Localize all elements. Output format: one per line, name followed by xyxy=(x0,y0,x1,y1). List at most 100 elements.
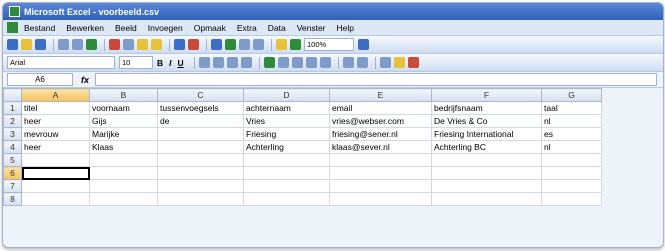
cell[interactable]: Vries xyxy=(243,114,330,128)
cell[interactable] xyxy=(243,166,330,180)
cell[interactable]: es xyxy=(541,127,602,141)
cell[interactable] xyxy=(541,166,602,180)
menu-opmaak[interactable]: Opmaak xyxy=(194,23,226,33)
percent-icon[interactable] xyxy=(277,57,289,68)
cell[interactable] xyxy=(243,179,330,193)
cell[interactable]: heer xyxy=(21,140,90,154)
print-preview-icon[interactable] xyxy=(72,39,83,50)
menu-venster[interactable]: Venster xyxy=(297,23,326,33)
cell[interactable] xyxy=(21,153,90,167)
zoom-select[interactable]: 100% xyxy=(304,38,354,51)
drawing-icon[interactable] xyxy=(290,39,301,50)
cell[interactable]: de xyxy=(157,114,244,128)
cell[interactable]: Friesing International xyxy=(431,127,542,141)
cell[interactable] xyxy=(329,192,432,206)
cell[interactable] xyxy=(431,192,542,206)
font-name-select[interactable]: Arial xyxy=(7,56,115,69)
cell[interactable]: heer xyxy=(21,114,90,128)
cell[interactable]: nl xyxy=(541,114,602,128)
cell[interactable] xyxy=(157,153,244,167)
cell[interactable]: klaas@sever.nl xyxy=(329,140,432,154)
redo-icon[interactable] xyxy=(188,39,199,50)
column-header-f[interactable]: F xyxy=(431,88,542,102)
cell[interactable] xyxy=(21,166,90,180)
cell[interactable] xyxy=(157,127,244,141)
comma-style-icon[interactable] xyxy=(291,57,303,68)
select-all-corner[interactable] xyxy=(3,88,22,102)
cell[interactable] xyxy=(21,192,90,206)
hyperlink-icon[interactable] xyxy=(211,39,222,50)
name-box[interactable]: A6 xyxy=(7,73,73,86)
cell[interactable] xyxy=(243,192,330,206)
cell[interactable]: Achterling xyxy=(243,140,330,154)
borders-icon[interactable] xyxy=(379,57,391,68)
row-header[interactable]: 8 xyxy=(3,192,22,206)
cell[interactable] xyxy=(243,153,330,167)
help-icon[interactable] xyxy=(358,39,369,50)
underline-button[interactable]: U xyxy=(178,58,184,68)
cell[interactable]: friesing@sener.nl xyxy=(329,127,432,141)
cell[interactable]: nl xyxy=(541,140,602,154)
cell[interactable]: tussenvoegsels xyxy=(157,101,244,115)
cell[interactable] xyxy=(329,179,432,193)
column-header-a[interactable]: A xyxy=(21,88,90,102)
cell[interactable] xyxy=(431,166,542,180)
menu-beeld[interactable]: Beeld xyxy=(115,23,137,33)
cell[interactable] xyxy=(21,179,90,193)
cell[interactable] xyxy=(89,192,158,206)
cell[interactable] xyxy=(541,192,602,206)
decrease-indent-icon[interactable] xyxy=(342,57,354,68)
menu-bewerken[interactable]: Bewerken xyxy=(66,23,104,33)
align-left-icon[interactable] xyxy=(198,57,210,68)
chart-wizard-icon[interactable] xyxy=(276,39,287,50)
save-icon[interactable] xyxy=(35,39,46,50)
cell[interactable] xyxy=(157,140,244,154)
cell[interactable]: Marijke xyxy=(89,127,158,141)
increase-indent-icon[interactable] xyxy=(356,57,368,68)
column-header-c[interactable]: C xyxy=(157,88,244,102)
font-color-icon[interactable] xyxy=(407,57,419,68)
column-header-e[interactable]: E xyxy=(329,88,432,102)
cell[interactable]: achternaam xyxy=(243,101,330,115)
cell[interactable] xyxy=(431,153,542,167)
row-header[interactable]: 6 xyxy=(3,166,22,180)
cell[interactable]: Friesing xyxy=(243,127,330,141)
italic-button[interactable]: I xyxy=(169,58,171,68)
undo-icon[interactable] xyxy=(174,39,185,50)
paste-icon[interactable] xyxy=(137,39,148,50)
cell[interactable]: mevrouw xyxy=(21,127,90,141)
cut-icon[interactable] xyxy=(109,39,120,50)
font-size-select[interactable]: 10 xyxy=(119,56,153,69)
new-icon[interactable] xyxy=(7,39,18,50)
sort-descending-icon[interactable] xyxy=(253,39,264,50)
cell[interactable] xyxy=(89,166,158,180)
column-header-b[interactable]: B xyxy=(89,88,158,102)
formula-input[interactable] xyxy=(95,73,657,86)
merge-center-icon[interactable] xyxy=(240,57,252,68)
bold-button[interactable]: B xyxy=(157,58,163,68)
cell[interactable] xyxy=(157,166,244,180)
cell[interactable] xyxy=(541,179,602,193)
menu-data[interactable]: Data xyxy=(268,23,286,33)
cell[interactable]: voornaam xyxy=(89,101,158,115)
menu-bestand[interactable]: Bestand xyxy=(24,23,55,33)
column-header-g[interactable]: G xyxy=(541,88,602,102)
sort-ascending-icon[interactable] xyxy=(239,39,250,50)
cell[interactable]: De Vries & Co xyxy=(431,114,542,128)
menu-help[interactable]: Help xyxy=(337,23,354,33)
cell[interactable] xyxy=(89,153,158,167)
fx-icon[interactable]: fx xyxy=(81,75,89,85)
cell[interactable]: Gijs xyxy=(89,114,158,128)
menu-extra[interactable]: Extra xyxy=(237,23,257,33)
cell[interactable] xyxy=(157,192,244,206)
cell[interactable]: bedrijfsnaam xyxy=(431,101,542,115)
spelling-icon[interactable] xyxy=(86,39,97,50)
cell[interactable]: email xyxy=(329,101,432,115)
fill-color-icon[interactable] xyxy=(393,57,405,68)
row-header[interactable]: 3 xyxy=(3,127,22,141)
cell[interactable]: Achterling BC xyxy=(431,140,542,154)
cell[interactable] xyxy=(89,179,158,193)
cell[interactable] xyxy=(157,179,244,193)
print-icon[interactable] xyxy=(58,39,69,50)
cell[interactable] xyxy=(541,153,602,167)
